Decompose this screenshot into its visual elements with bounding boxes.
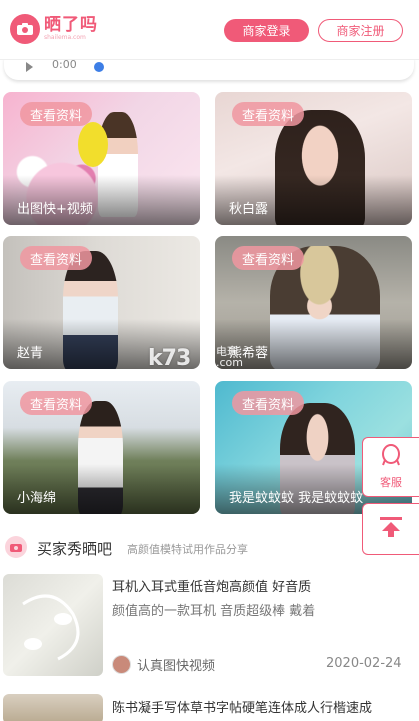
post-date: 2020-02-24 (326, 656, 402, 671)
model-name: 秋白露 (229, 202, 269, 217)
model-name: 小海绵 (17, 491, 57, 506)
view-profile-tag[interactable]: 查看资料 (232, 391, 305, 415)
logo-title: 晒了吗 (44, 15, 98, 35)
author-name: 认真图快视频 (137, 659, 216, 674)
top-header: 晒了吗 shailema.com 商家登录 商家注册 (0, 0, 419, 60)
audio-progress-handle[interactable] (94, 62, 104, 72)
model-card[interactable]: 查看资料 小海绵 (3, 381, 200, 514)
play-icon[interactable] (26, 62, 33, 72)
arrow-up-icon (378, 515, 404, 543)
post-author[interactable]: 认真图快视频 (112, 655, 215, 674)
view-profile-tag[interactable]: 查看资料 (20, 246, 93, 270)
customer-service-button[interactable]: 客服 (362, 437, 419, 497)
site-logo[interactable]: 晒了吗 shailema.com (10, 14, 98, 44)
post-title[interactable]: 陈书凝手写体草书字帖硬笔连体成人行楷速成 (112, 697, 372, 716)
model-name: 赵青 (17, 346, 44, 361)
model-card[interactable]: 查看资料 出图快+视频 (3, 92, 200, 225)
section-title: 买家秀晒吧 (37, 540, 113, 558)
camera-icon (10, 14, 40, 44)
post-description: 颜值高的一款耳机 音质超级棒 戴着 (112, 604, 316, 619)
post-thumbnail[interactable] (3, 694, 103, 721)
post-title[interactable]: 耳机入耳式重低音炮高颜值 好音质 (112, 576, 311, 595)
post-thumbnail[interactable] (3, 574, 103, 676)
avatar (112, 655, 131, 674)
watermark-sub: 电玩 .com (216, 345, 243, 369)
model-card[interactable]: 查看资料 秋白露 (215, 92, 412, 225)
back-to-top-button[interactable] (362, 503, 419, 555)
view-profile-tag[interactable]: 查看资料 (232, 102, 305, 126)
chat-icon (380, 444, 402, 472)
model-card[interactable]: 查看资料 熊希蓉 (215, 236, 412, 369)
audio-player: 0:00 (0, 60, 419, 86)
merchant-login-button[interactable]: 商家登录 (224, 19, 309, 42)
model-name: 我是蚊蚊蚊 我是蚊蚊蚊 (229, 491, 364, 506)
audio-time: 0:00 (52, 60, 77, 71)
section-icon (5, 536, 27, 558)
view-profile-tag[interactable]: 查看资料 (232, 246, 305, 270)
customer-service-label: 客服 (380, 476, 402, 489)
view-profile-tag[interactable]: 查看资料 (20, 102, 93, 126)
model-name: 出图快+视频 (17, 202, 93, 217)
watermark-logo: k73 (148, 346, 191, 371)
merchant-register-button[interactable]: 商家注册 (318, 19, 403, 42)
section-subtitle: 高颜值模特试用作品分享 (127, 543, 248, 556)
view-profile-tag[interactable]: 查看资料 (20, 391, 93, 415)
logo-subtitle: shailema.com (44, 34, 86, 41)
